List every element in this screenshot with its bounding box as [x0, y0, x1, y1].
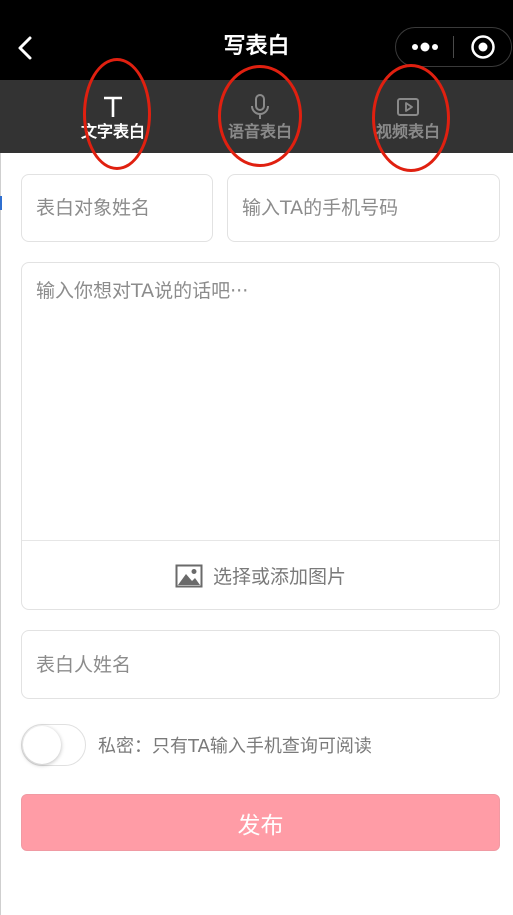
recipient-phone-field	[227, 174, 500, 242]
more-button[interactable]	[396, 28, 453, 66]
tab-video-confession[interactable]: 视频表白	[353, 80, 463, 153]
message-textarea[interactable]	[22, 263, 499, 540]
top-nav-bar: 写表白	[0, 0, 513, 80]
privacy-toggle[interactable]	[21, 724, 86, 766]
left-edge-line	[0, 153, 1, 915]
microphone-icon	[251, 94, 269, 119]
recipient-phone-input[interactable]	[228, 175, 499, 241]
video-play-icon	[397, 98, 419, 116]
left-edge-marker	[0, 196, 2, 210]
recipient-name-field	[21, 174, 213, 242]
privacy-row: 私密：只有TA输入手机查询可阅读	[21, 724, 500, 766]
close-button[interactable]	[454, 28, 511, 66]
toggle-knob	[23, 726, 61, 764]
message-box: 选择或添加图片	[21, 262, 500, 610]
confession-type-tabs: 文字表白 语音表白 视频表白	[0, 80, 513, 153]
tab-voice-confession[interactable]: 语音表白	[205, 80, 315, 153]
write-confession-page: 写表白 文字表白 语音表白 视频表白 表白对象姓名 输入TA的手机号码 输入你想…	[0, 0, 513, 915]
add-image-button[interactable]: 选择或添加图片	[22, 541, 499, 610]
image-icon	[175, 564, 203, 587]
sender-name-input[interactable]	[22, 631, 499, 698]
add-image-label: 选择或添加图片	[212, 566, 346, 588]
recipient-name-input[interactable]	[22, 175, 212, 241]
text-t-icon	[104, 96, 122, 117]
mini-program-capsule	[395, 27, 512, 67]
tab-label: 语音表白	[227, 122, 292, 141]
publish-button[interactable]: 发布	[21, 794, 500, 851]
target-close-icon	[470, 35, 495, 59]
tab-label: 文字表白	[80, 122, 145, 141]
privacy-label: 私密：只有TA输入手机查询可阅读	[98, 736, 372, 757]
tab-label: 视频表白	[375, 122, 440, 141]
sender-name-field	[21, 630, 500, 699]
tab-text-confession[interactable]: 文字表白	[58, 80, 168, 153]
more-dots-icon	[411, 42, 438, 52]
